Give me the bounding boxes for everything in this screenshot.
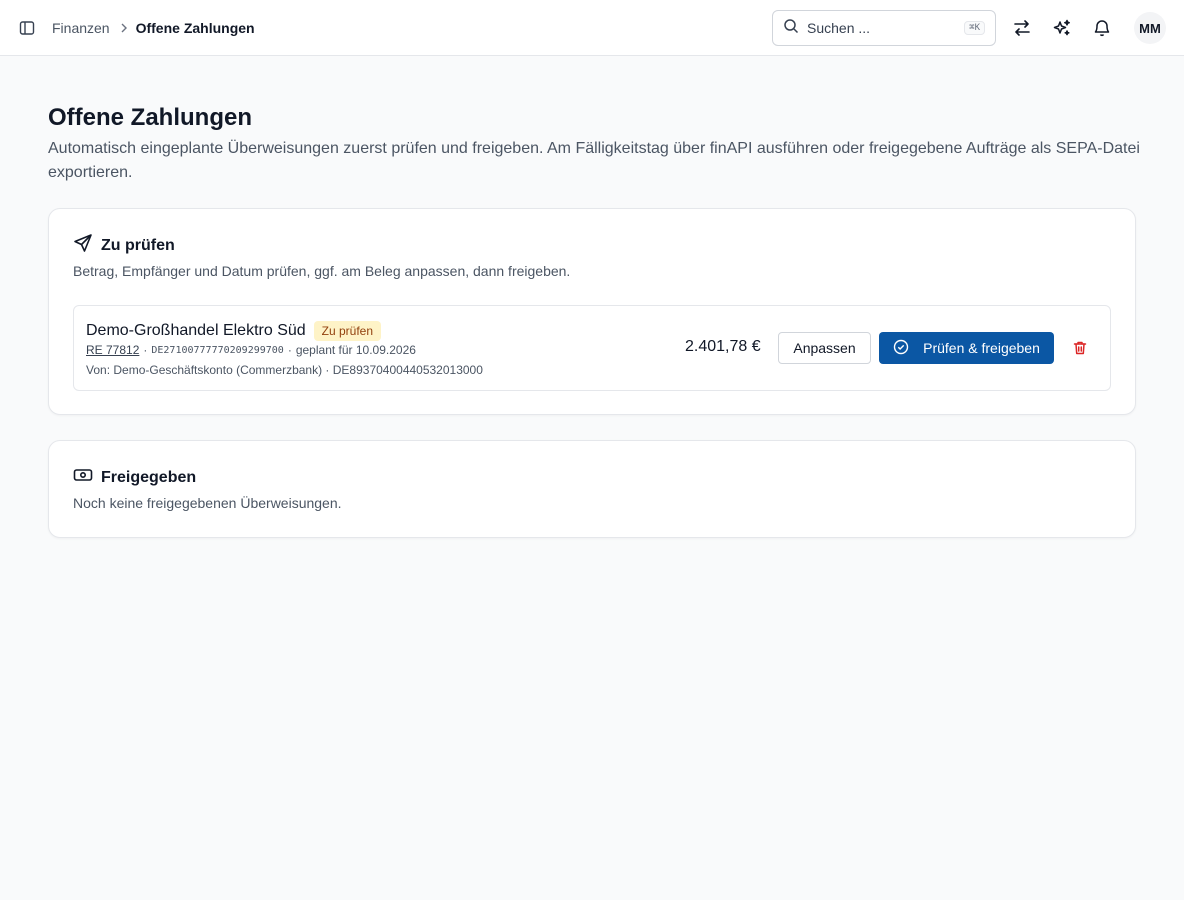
payment-amount: 2.401,78 € [685, 338, 761, 355]
payee-iban: DE27100777770209299700 [151, 344, 284, 356]
avatar[interactable]: MM [1134, 12, 1166, 44]
search-input[interactable]: Suchen ... ⌘K [772, 10, 996, 46]
chevron-right-icon [120, 22, 128, 34]
approve-button-label: Prüfen & freigeben [923, 340, 1040, 356]
approved-card: Freigegeben Noch keine freigegebenen Übe… [48, 440, 1136, 538]
review-card-subtitle: Betrag, Empfänger und Datum prüfen, ggf.… [73, 263, 571, 279]
review-card-header: Zu prüfen [73, 233, 175, 258]
bell-icon[interactable] [1088, 14, 1116, 42]
send-icon [73, 233, 93, 258]
banknote-icon [73, 465, 93, 490]
payment-meta: RE 77812 · DE27100777770209299700 · gepl… [86, 343, 416, 357]
approve-button[interactable]: Prüfen & freigeben [879, 332, 1054, 364]
sparkles-icon[interactable] [1048, 14, 1076, 42]
page-title: Offene Zahlungen [48, 104, 252, 131]
payment-title-line: Demo-Großhandel Elektro Süd Zu prüfen [86, 321, 382, 341]
source-account: Von: Demo-Geschäftskonto (Commerzbank) ·… [86, 363, 483, 377]
swap-arrows-icon[interactable] [1008, 14, 1036, 42]
meta-separator: · [287, 343, 292, 357]
breadcrumb-finanzen[interactable]: Finanzen [52, 20, 110, 36]
meta-separator: · [143, 343, 148, 357]
adjust-button[interactable]: Anpassen [778, 332, 871, 364]
search-placeholder: Suchen ... [807, 20, 871, 36]
page-description: Automatisch eingeplante Überweisungen zu… [48, 140, 1140, 181]
search-shortcut: ⌘K [964, 21, 985, 35]
check-circle-icon [893, 339, 909, 358]
invoice-reference-link[interactable]: RE 77812 [86, 343, 139, 357]
trash-icon[interactable] [1068, 336, 1092, 360]
review-card: Zu prüfen Betrag, Empfänger und Datum pr… [48, 208, 1136, 415]
approved-card-title: Freigegeben [101, 468, 197, 486]
breadcrumb-current: Offene Zahlungen [135, 20, 255, 36]
breadcrumb: Finanzen Offene Zahlungen [52, 0, 255, 56]
review-card-title: Zu prüfen [101, 236, 175, 254]
payment-row: Demo-Großhandel Elektro Süd Zu prüfen RE… [73, 305, 1111, 391]
scheduled-date: geplant für 10.09.2026 [295, 343, 416, 357]
sidebar-toggle-icon[interactable] [15, 16, 39, 40]
approved-card-header: Freigegeben [73, 465, 196, 490]
status-badge: Zu prüfen [313, 321, 382, 341]
approved-empty-text: Noch keine freigegebenen Überweisungen. [73, 495, 342, 511]
top-bar: Finanzen Offene Zahlungen Suchen ... ⌘K [0, 0, 1184, 56]
payee-name: Demo-Großhandel Elektro Süd [86, 322, 306, 339]
search-icon [783, 18, 799, 39]
